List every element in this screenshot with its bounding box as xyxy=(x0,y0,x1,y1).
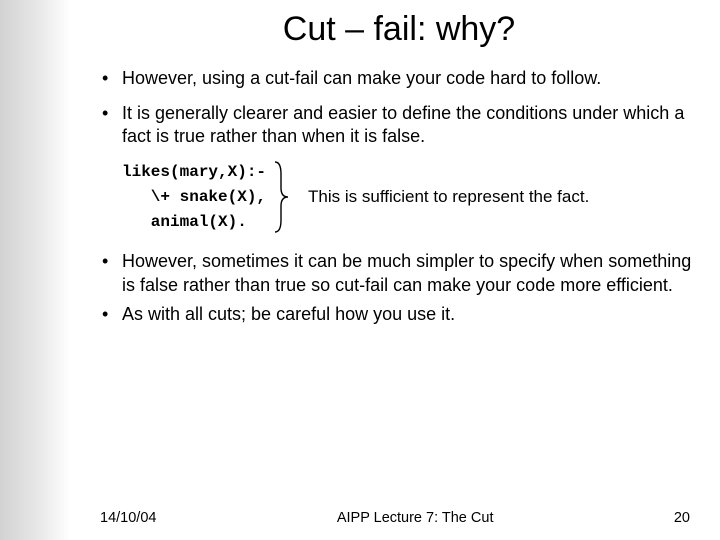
bottom-bullet-list: However, sometimes it can be much simple… xyxy=(100,250,698,325)
footer-page: 20 xyxy=(674,510,690,526)
bullet-item: As with all cuts; be careful how you use… xyxy=(100,303,698,326)
bullet-item: It is generally clearer and easier to de… xyxy=(100,102,698,148)
slide-body: Cut – fail: why? However, using a cut-fa… xyxy=(70,0,720,540)
code-line: \+ snake(X), xyxy=(122,188,266,206)
top-bullet-list: However, using a cut-fail can make your … xyxy=(100,67,698,148)
curly-brace-icon xyxy=(272,160,290,234)
footer-center: AIPP Lecture 7: The Cut xyxy=(337,510,494,526)
bullet-item: However, using a cut-fail can make your … xyxy=(100,67,698,90)
code-line: animal(X). xyxy=(122,213,247,231)
code-line: likes(mary,X):- xyxy=(122,163,266,181)
bottom-bullet-block: However, sometimes it can be much simple… xyxy=(100,250,698,325)
code-block: likes(mary,X):- \+ snake(X), animal(X). xyxy=(122,160,272,234)
side-gradient xyxy=(0,0,70,540)
footer-date: 14/10/04 xyxy=(100,510,156,526)
slide-footer: 14/10/04 AIPP Lecture 7: The Cut 20 xyxy=(70,510,720,526)
code-caption: This is sufficient to represent the fact… xyxy=(290,187,589,207)
bullet-item: However, sometimes it can be much simple… xyxy=(100,250,698,296)
code-example-row: likes(mary,X):- \+ snake(X), animal(X). … xyxy=(122,160,698,234)
slide-title: Cut – fail: why? xyxy=(100,10,698,49)
